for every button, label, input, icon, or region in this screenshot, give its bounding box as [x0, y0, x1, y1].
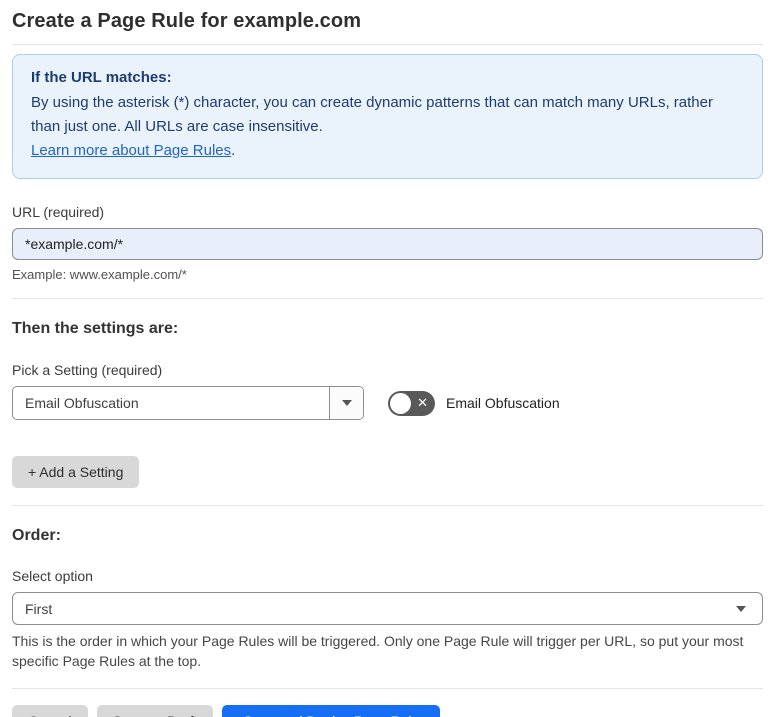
create-page-rule-panel: Create a Page Rule for example.com If th…	[0, 0, 775, 717]
learn-more-link[interactable]: Learn more about Page Rules	[31, 142, 231, 159]
url-match-info-box: If the URL matches: By using the asteris…	[12, 54, 763, 179]
toggle-knob	[390, 392, 411, 414]
link-period: .	[231, 142, 236, 159]
chevron-down-icon	[341, 400, 352, 406]
order-select-value: First	[25, 600, 53, 617]
url-example-helper: Example: www.example.com/*	[12, 267, 187, 282]
setting-row: Email Obfuscation ✕ Email Obfuscation	[12, 386, 763, 420]
save-and-deploy-button[interactable]: Save and Deploy Page Rule	[222, 705, 441, 717]
url-field-label: URL (required)	[12, 204, 105, 220]
settings-section-heading: Then the settings are:	[12, 320, 179, 337]
pick-setting-label: Pick a Setting (required)	[12, 362, 163, 378]
cancel-button[interactable]: Cancel	[12, 705, 88, 717]
add-setting-button[interactable]: + Add a Setting	[12, 456, 140, 488]
footer-actions: Cancel Save as Draft Save and Deploy Pag…	[12, 705, 763, 717]
url-input[interactable]	[12, 228, 763, 260]
save-as-draft-button[interactable]: Save as Draft	[96, 705, 214, 717]
setting-select-value: Email Obfuscation	[25, 395, 139, 411]
info-box-link-line: Learn more about Page Rules.	[31, 139, 744, 163]
divider	[12, 44, 763, 45]
email-obfuscation-toggle-group: ✕ Email Obfuscation	[388, 390, 560, 416]
chevron-down-icon	[736, 605, 746, 612]
info-box-heading: If the URL matches:	[31, 69, 172, 86]
order-section-heading: Order:	[12, 527, 61, 544]
toggle-label: Email Obfuscation	[446, 395, 560, 411]
toggle-off-x-icon: ✕	[417, 395, 428, 411]
setting-select-arrow-button[interactable]	[329, 387, 363, 419]
setting-select[interactable]: Email Obfuscation	[12, 386, 364, 420]
page-title: Create a Page Rule for example.com	[12, 10, 362, 32]
email-obfuscation-toggle[interactable]: ✕	[388, 390, 435, 416]
divider	[12, 298, 763, 299]
order-helper-text: This is the order in which your Page Rul…	[12, 633, 744, 669]
order-select-label: Select option	[12, 568, 93, 584]
info-box-body: By using the asterisk (*) character, you…	[31, 94, 713, 135]
divider	[12, 688, 763, 689]
divider	[12, 505, 763, 506]
order-select[interactable]: First	[12, 592, 763, 625]
